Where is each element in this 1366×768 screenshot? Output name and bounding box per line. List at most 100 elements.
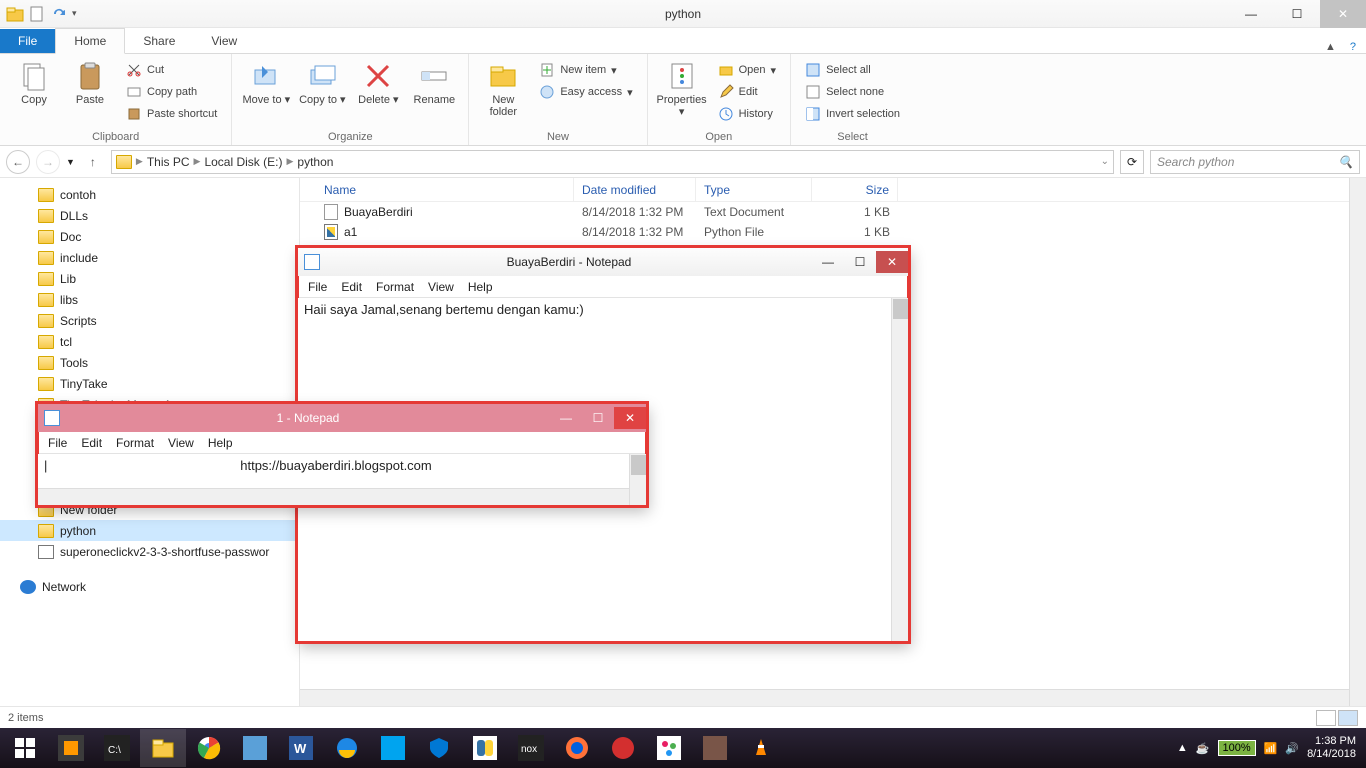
menu-format[interactable]: Format bbox=[116, 436, 154, 450]
taskbar-defender[interactable] bbox=[416, 729, 462, 767]
view-icons-button[interactable] bbox=[1338, 710, 1358, 726]
menu-view[interactable]: View bbox=[428, 280, 454, 294]
folder-icon[interactable] bbox=[6, 5, 24, 23]
cut-button[interactable]: Cut bbox=[122, 60, 221, 80]
taskbar-app[interactable] bbox=[48, 729, 94, 767]
menu-edit[interactable]: Edit bbox=[341, 280, 362, 294]
tab-home[interactable]: Home bbox=[55, 28, 125, 54]
col-size[interactable]: Size bbox=[812, 178, 898, 201]
taskbar-app[interactable]: W bbox=[278, 729, 324, 767]
tree-node[interactable]: Tools bbox=[0, 352, 299, 373]
tab-view[interactable]: View bbox=[193, 29, 255, 53]
scrollbar-horizontal[interactable] bbox=[300, 689, 1349, 706]
ribbon-collapse-icon[interactable]: ▲ bbox=[1325, 41, 1336, 53]
taskbar-app[interactable] bbox=[232, 729, 278, 767]
tree-node[interactable]: TinyTake bbox=[0, 373, 299, 394]
redo-icon[interactable] bbox=[50, 5, 68, 23]
crumb-segment[interactable]: This PC bbox=[147, 155, 190, 169]
crumb-segment[interactable]: python bbox=[297, 155, 333, 169]
select-all-button[interactable]: Select all bbox=[801, 60, 904, 80]
taskbar-app[interactable] bbox=[692, 729, 738, 767]
move-to-button[interactable]: Move to ▾ bbox=[242, 58, 290, 129]
copy-path-button[interactable]: Copy path bbox=[122, 82, 221, 102]
notepad1-minimize[interactable]: — bbox=[812, 251, 844, 273]
nav-recent-dropdown[interactable]: ▼ bbox=[66, 157, 75, 167]
taskbar-nox[interactable]: nox bbox=[508, 729, 554, 767]
menu-view[interactable]: View bbox=[168, 436, 194, 450]
col-type[interactable]: Type bbox=[696, 178, 812, 201]
taskbar-firefox[interactable] bbox=[554, 729, 600, 767]
notepad2-close[interactable]: ✕ bbox=[614, 407, 646, 429]
taskbar-clock[interactable]: 1:38 PM 8/14/2018 bbox=[1307, 735, 1356, 761]
tray-volume-icon[interactable]: 🔊 bbox=[1285, 742, 1299, 755]
file-row[interactable]: BuayaBerdiri8/14/2018 1:32 PMText Docume… bbox=[300, 202, 1366, 222]
taskbar-app[interactable] bbox=[600, 729, 646, 767]
menu-file[interactable]: File bbox=[48, 436, 67, 450]
qat-dropdown[interactable]: ▾ bbox=[72, 8, 77, 19]
scrollbar-vertical[interactable] bbox=[629, 454, 646, 505]
notepad2-minimize[interactable]: — bbox=[550, 407, 582, 429]
crumb-dropdown[interactable]: ⌄ bbox=[1101, 156, 1109, 167]
copy-to-button[interactable]: Copy to ▾ bbox=[298, 58, 346, 129]
tree-node[interactable]: tcl bbox=[0, 331, 299, 352]
new-folder-button[interactable]: New folder bbox=[479, 58, 527, 129]
tab-file[interactable]: File bbox=[0, 29, 55, 53]
crumb-segment[interactable]: Local Disk (E:) bbox=[204, 155, 282, 169]
view-details-button[interactable] bbox=[1316, 710, 1336, 726]
easy-access-button[interactable]: Easy access ▾ bbox=[535, 82, 636, 102]
maximize-button[interactable]: ☐ bbox=[1274, 0, 1320, 28]
tab-share[interactable]: Share bbox=[125, 29, 193, 53]
file-row[interactable]: a18/14/2018 1:32 PMPython File1 KB bbox=[300, 222, 1366, 242]
nav-back-button[interactable]: ← bbox=[6, 150, 30, 174]
scrollbar-vertical[interactable] bbox=[1349, 178, 1366, 706]
nav-up-button[interactable]: ↑ bbox=[81, 150, 105, 174]
nav-forward-button[interactable]: → bbox=[36, 150, 60, 174]
close-button[interactable]: ✕ bbox=[1320, 0, 1366, 28]
taskbar-paint[interactable] bbox=[646, 729, 692, 767]
col-name[interactable]: Name bbox=[316, 178, 574, 201]
notepad2-textarea[interactable]: | https://buayaberdiri.blogspot.com bbox=[38, 454, 646, 505]
column-headers[interactable]: Name Date modified Type Size bbox=[300, 178, 1366, 202]
taskbar-explorer[interactable] bbox=[140, 729, 186, 767]
copy-button[interactable]: Copy bbox=[10, 58, 58, 129]
tree-node[interactable]: Lib bbox=[0, 268, 299, 289]
rename-button[interactable]: Rename bbox=[410, 58, 458, 129]
taskbar-python[interactable] bbox=[462, 729, 508, 767]
notepad2-maximize[interactable]: ☐ bbox=[582, 407, 614, 429]
taskbar-app[interactable] bbox=[370, 729, 416, 767]
tray-java-icon[interactable]: ☕ bbox=[1196, 742, 1210, 755]
menu-edit[interactable]: Edit bbox=[81, 436, 102, 450]
paste-button[interactable]: Paste bbox=[66, 58, 114, 129]
edit-button[interactable]: Edit bbox=[714, 82, 780, 102]
scrollbar-vertical[interactable] bbox=[891, 298, 908, 641]
delete-button[interactable]: Delete ▾ bbox=[354, 58, 402, 129]
refresh-button[interactable]: ⟳ bbox=[1120, 150, 1144, 174]
new-doc-icon[interactable] bbox=[28, 5, 46, 23]
open-button[interactable]: Open ▾ bbox=[714, 60, 780, 80]
tray-expand-icon[interactable]: ▲ bbox=[1177, 742, 1188, 754]
start-button[interactable] bbox=[2, 729, 48, 767]
tree-node[interactable]: Doc bbox=[0, 226, 299, 247]
notepad1-maximize[interactable]: ☐ bbox=[844, 251, 876, 273]
breadcrumb[interactable]: ▶ This PC▶ Local Disk (E:)▶ python ⌄ bbox=[111, 150, 1114, 174]
tree-node[interactable]: Scripts bbox=[0, 310, 299, 331]
tree-node[interactable]: contoh bbox=[0, 184, 299, 205]
tree-node[interactable]: include bbox=[0, 247, 299, 268]
tree-node-network[interactable]: Network bbox=[0, 576, 299, 597]
search-input[interactable]: Search python 🔍 bbox=[1150, 150, 1360, 174]
tray-network-icon[interactable]: 📶 bbox=[1264, 742, 1278, 755]
help-icon[interactable]: ? bbox=[1350, 41, 1356, 53]
notepad2-titlebar[interactable]: 1 - Notepad — ☐ ✕ bbox=[38, 404, 646, 432]
tree-node[interactable]: libs bbox=[0, 289, 299, 310]
battery-badge[interactable]: 100% bbox=[1218, 740, 1256, 756]
properties-button[interactable]: Properties ▾ bbox=[658, 58, 706, 129]
notepad1-titlebar[interactable]: BuayaBerdiri - Notepad — ☐ ✕ bbox=[298, 248, 908, 276]
menu-file[interactable]: File bbox=[308, 280, 327, 294]
taskbar-ie[interactable] bbox=[324, 729, 370, 767]
notepad-window-2[interactable]: 1 - Notepad — ☐ ✕ File Edit Format View … bbox=[37, 403, 647, 506]
notepad1-close[interactable]: ✕ bbox=[876, 251, 908, 273]
taskbar-vlc[interactable] bbox=[738, 729, 784, 767]
menu-help[interactable]: Help bbox=[468, 280, 493, 294]
scrollbar-horizontal[interactable] bbox=[38, 488, 629, 505]
paste-shortcut-button[interactable]: Paste shortcut bbox=[122, 104, 221, 124]
